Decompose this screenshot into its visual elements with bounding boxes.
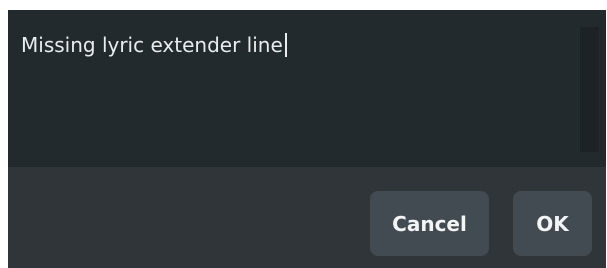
ok-button[interactable]: OK bbox=[513, 191, 592, 256]
text-caret bbox=[285, 33, 287, 57]
comment-text-value: Missing lyric extender line bbox=[21, 33, 283, 57]
scrollbar-track[interactable] bbox=[580, 27, 599, 152]
comment-dialog: Missing lyric extender line Cancel OK bbox=[8, 10, 606, 268]
cancel-button[interactable]: Cancel bbox=[370, 191, 489, 256]
comment-text-field[interactable]: Missing lyric extender line bbox=[8, 10, 606, 167]
